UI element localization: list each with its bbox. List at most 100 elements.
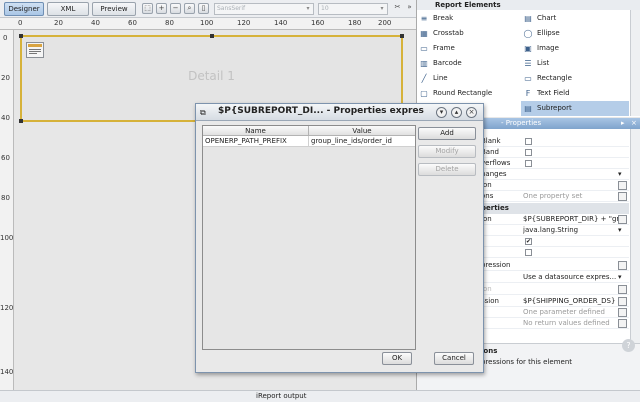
- more-icon[interactable]: »: [404, 3, 415, 14]
- maximize-icon[interactable]: ▴: [451, 107, 462, 118]
- subreport-element-icon[interactable]: [26, 42, 44, 58]
- frame-icon: ▭: [420, 44, 428, 53]
- ellipsis-button[interactable]: [618, 261, 627, 270]
- property-checkbox[interactable]: [525, 249, 532, 256]
- subreport-icon: ▤: [524, 104, 532, 113]
- palette-item-chart[interactable]: ▤ Chart: [521, 11, 629, 26]
- selection-icon[interactable]: ⬚: [142, 3, 153, 14]
- cell-value[interactable]: group_line_ids/order_id: [309, 136, 415, 147]
- line-icon: ╱: [421, 74, 427, 83]
- close-icon[interactable]: ×: [631, 118, 637, 129]
- font-size-combo[interactable]: 10 ▾: [318, 3, 388, 15]
- ruler-label: 40: [1, 114, 10, 122]
- report-elements-palette: Report Elements ≡ Break ▤ Chart ▦ Crosstab …: [416, 0, 640, 117]
- property-value: $P{SUBREPORT_DIR} + "gr...: [523, 215, 619, 223]
- palette-item-label: Crosstab: [433, 29, 464, 37]
- palette-item-list[interactable]: ☰ List: [521, 56, 629, 71]
- palette-scrollbar[interactable]: [630, 10, 640, 116]
- property-key: pression: [481, 261, 511, 269]
- delete-button[interactable]: Delete: [418, 163, 476, 176]
- palette-item-subreport[interactable]: ▤ Subreport: [521, 101, 629, 116]
- ellipsis-button[interactable]: [618, 181, 627, 190]
- ellipsis-button[interactable]: [618, 215, 627, 224]
- tab-preview[interactable]: Preview: [92, 2, 136, 16]
- ellipsis-button[interactable]: [618, 297, 627, 306]
- properties-table[interactable]: Name Value OPENERP_PATH_PREFIX group_lin…: [202, 125, 416, 350]
- add-button[interactable]: Add: [418, 127, 476, 140]
- palette-item-label: Barcode: [433, 59, 462, 67]
- chevron-down-icon[interactable]: ▾: [618, 274, 622, 281]
- table-header: Name Value: [203, 126, 415, 136]
- property-key: ion: [481, 215, 492, 223]
- property-key: ons: [481, 192, 494, 200]
- ruler-label: 180: [348, 19, 362, 27]
- font-family-combo[interactable]: SansSerif ▾: [214, 3, 314, 15]
- ok-button[interactable]: OK: [382, 352, 412, 365]
- zoom-out-icon[interactable]: −: [170, 3, 181, 14]
- pin-icon[interactable]: ▸: [621, 118, 625, 129]
- ellipse-icon: ◯: [523, 29, 533, 38]
- dialog-title: $P{SUBREPORT_DI... - Properties expres: [218, 106, 424, 116]
- ellipsis-button[interactable]: [618, 192, 627, 201]
- description-text: pressions for this element: [481, 358, 573, 366]
- ruler-label: 80: [1, 194, 10, 202]
- property-checkbox[interactable]: [525, 138, 532, 145]
- tab-xml[interactable]: XML: [47, 2, 89, 16]
- property-key: Blank: [481, 137, 501, 145]
- resize-handle[interactable]: [19, 119, 23, 123]
- modify-button[interactable]: Modify: [418, 145, 476, 158]
- palette-item-break[interactable]: ≡ Break: [417, 11, 521, 26]
- palette-item-crosstab[interactable]: ▦ Crosstab: [417, 26, 521, 41]
- properties-scrollbar[interactable]: [630, 129, 640, 343]
- tools-icon[interactable]: ✂: [392, 3, 403, 14]
- property-key: verflows: [481, 159, 511, 167]
- cancel-button[interactable]: Cancel: [434, 352, 474, 365]
- chevron-down-icon[interactable]: ▾: [618, 227, 622, 234]
- palette-item-text-field[interactable]: F Text Field: [521, 86, 629, 101]
- tab-designer[interactable]: Designer: [4, 2, 44, 16]
- palette-item-line[interactable]: ╱ Line: [417, 71, 521, 86]
- ellipsis-button[interactable]: [618, 285, 627, 294]
- section-label: perties: [481, 204, 509, 212]
- ellipsis-button[interactable]: [618, 308, 627, 317]
- resize-handle[interactable]: [19, 34, 23, 38]
- ruler-label: 60: [128, 19, 137, 27]
- resize-handle[interactable]: [400, 34, 404, 38]
- close-icon[interactable]: ×: [466, 107, 477, 118]
- properties-title: - Properties: [501, 119, 542, 127]
- break-icon: ≡: [420, 14, 428, 23]
- help-icon[interactable]: ?: [622, 339, 635, 352]
- palette-item-barcode[interactable]: ▥ Barcode: [417, 56, 521, 71]
- page-icon[interactable]: ▯: [198, 3, 209, 14]
- chevron-down-icon[interactable]: ▾: [618, 171, 622, 178]
- ruler-label: 160: [311, 19, 325, 27]
- designer-toolbar: Designer XML Preview ⬚ + − ⌕ ▯ SansSerif…: [0, 0, 416, 18]
- zoom-fit-icon[interactable]: ⌕: [184, 3, 195, 14]
- output-tab[interactable]: iReport output: [256, 392, 306, 400]
- palette-item-round-rectangle[interactable]: ▢ Round Rectangle: [417, 86, 521, 101]
- ruler-label: 80: [165, 19, 174, 27]
- chevron-down-icon: ▾: [380, 5, 384, 12]
- ellipsis-button[interactable]: [618, 319, 627, 328]
- ruler-label: 120: [0, 304, 14, 312]
- palette-item-label: Rectangle: [537, 74, 572, 82]
- column-header-value[interactable]: Value: [309, 126, 415, 136]
- minimize-icon[interactable]: ▾: [436, 107, 447, 118]
- table-row[interactable]: OPENERP_PATH_PREFIX group_line_ids/order…: [203, 136, 415, 147]
- palette-item-frame[interactable]: ▭ Frame: [417, 41, 521, 56]
- chevron-down-icon: ▾: [306, 5, 310, 12]
- ruler-label: 100: [0, 234, 14, 242]
- column-header-name[interactable]: Name: [203, 126, 309, 136]
- palette-item-rectangle[interactable]: ▭ Rectangle: [521, 71, 629, 86]
- palette-item-ellipse[interactable]: ◯ Ellipse: [521, 26, 629, 41]
- property-key: ion: [481, 285, 492, 293]
- dialog-titlebar[interactable]: ⧉ $P{SUBREPORT_DI... - Properties expres…: [196, 104, 483, 121]
- property-checkbox[interactable]: [525, 149, 532, 156]
- palette-item-label: List: [537, 59, 550, 67]
- palette-item-image[interactable]: ▣ Image: [521, 41, 629, 56]
- cell-name[interactable]: OPENERP_PATH_PREFIX: [203, 136, 309, 147]
- property-checkbox[interactable]: [525, 160, 532, 167]
- resize-handle[interactable]: [210, 34, 214, 38]
- zoom-in-icon[interactable]: +: [156, 3, 167, 14]
- property-checkbox[interactable]: ✔: [525, 238, 532, 245]
